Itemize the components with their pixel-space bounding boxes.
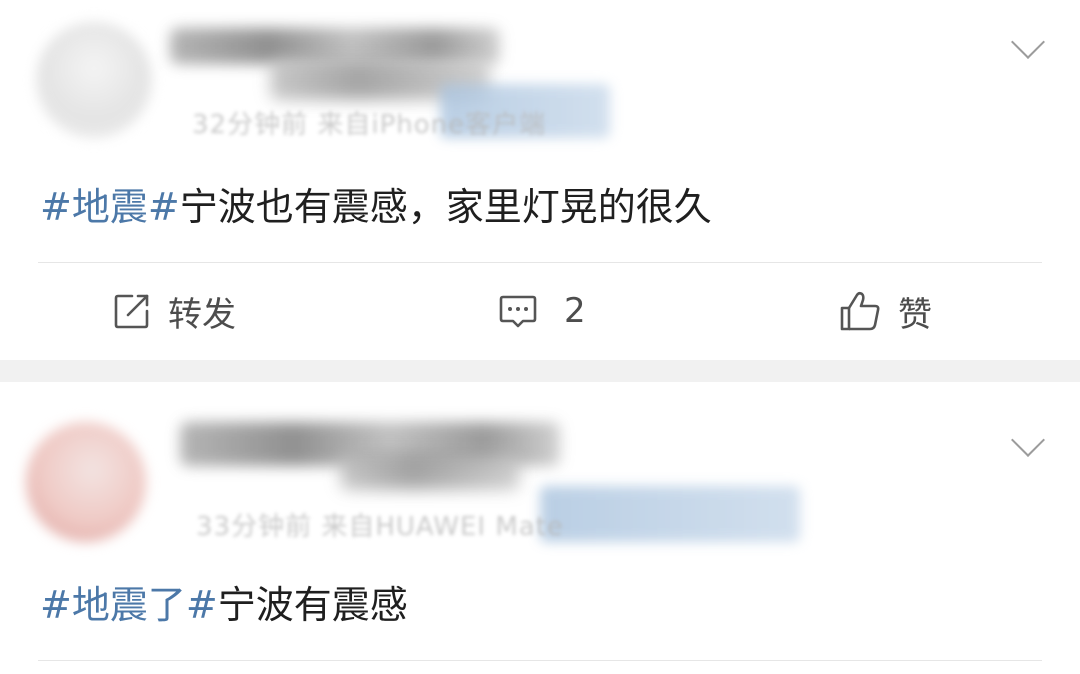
repost-label: 转发	[168, 294, 236, 335]
post-text: 宁波也有震感，家里灯晃的很久	[179, 185, 712, 229]
avatar[interactable]	[26, 422, 146, 542]
badge-blurred	[540, 486, 800, 542]
comment-count: 2	[564, 291, 586, 331]
chevron-down-icon[interactable]	[1011, 423, 1045, 457]
edit-share-icon	[112, 291, 152, 331]
like-button[interactable]: 赞	[838, 287, 932, 335]
post-content: #地震了#宁波有震感	[40, 574, 408, 629]
action-bar: 转发 2 赞	[0, 263, 1080, 359]
topic-link[interactable]: #地震#	[40, 185, 180, 229]
username-blurred-extra	[340, 454, 520, 490]
repost-button[interactable]: 转发	[112, 287, 236, 335]
divider	[38, 660, 1042, 661]
like-label: 赞	[898, 294, 932, 335]
thumbs-up-icon	[838, 289, 882, 333]
username-blurred[interactable]	[170, 28, 500, 64]
post-meta: 33分钟前 来自HUAWEI Mate	[196, 512, 564, 542]
post-card: 32分钟前 来自iPhone客户端 #地震#宁波也有震感，家里灯晃的很久 转发	[0, 0, 1080, 360]
weibo-feed: 32分钟前 来自iPhone客户端 #地震#宁波也有震感，家里灯晃的很久 转发	[0, 0, 1080, 674]
post-meta: 32分钟前 来自iPhone客户端	[192, 110, 547, 140]
feed-separator	[0, 360, 1080, 382]
post-card: 33分钟前 来自HUAWEI Mate #地震了#宁波有震感	[0, 382, 1080, 674]
topic-link[interactable]: #地震了#	[40, 583, 218, 627]
post-text: 宁波有震感	[217, 583, 408, 627]
comment-button[interactable]: 2	[498, 287, 586, 335]
comment-bubble-icon	[498, 291, 538, 331]
avatar[interactable]	[36, 22, 152, 138]
chevron-down-icon[interactable]	[1011, 25, 1045, 59]
post-content: #地震#宁波也有震感，家里灯晃的很久	[40, 176, 712, 231]
